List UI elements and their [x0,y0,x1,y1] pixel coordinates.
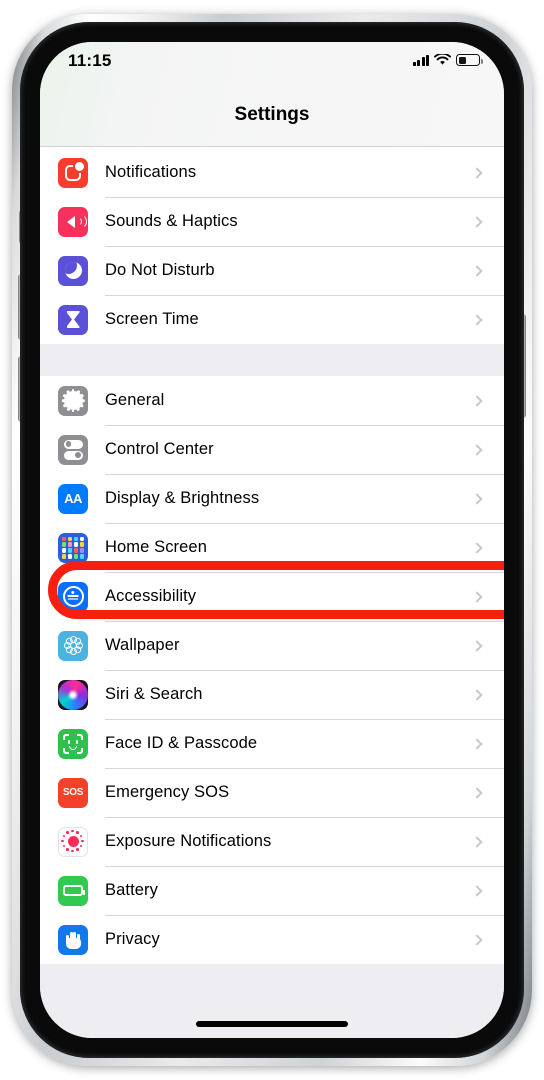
settings-row[interactable]: Privacy [40,915,504,964]
sos-icon: SOS [58,777,88,808]
settings-row[interactable]: Battery [40,866,504,915]
chevron-right-icon [471,639,483,652]
hourglass-icon [58,304,88,335]
display-aa-icon: AA [58,483,88,514]
notifications-icon [58,157,88,188]
wifi-icon [434,54,451,65]
settings-row-label: Face ID & Passcode [105,734,258,752]
settings-row-label: Notifications [105,163,197,181]
settings-list[interactable]: Notifications Sounds & Haptics Do Not Dist… [40,148,504,1038]
settings-row[interactable]: General [40,376,504,425]
settings-row-label: Accessibility [105,587,197,605]
status-time: 11:15 [68,51,112,70]
exposure-icon [58,826,88,857]
settings-row-label: Display & Brightness [105,489,260,507]
settings-row-label: Screen Time [105,310,199,328]
flower-icon [58,630,88,661]
page-title: Settings [234,104,310,125]
chevron-right-icon [471,835,483,848]
settings-row[interactable]: Siri & Search [40,670,504,719]
chevron-right-icon [471,313,483,326]
chevron-right-icon [471,492,483,505]
phone-bezel: Settings 11:15 Notifications Sounds & Ha… [20,22,524,1058]
battery-cap [480,58,483,64]
group-separator [40,344,504,376]
chevron-right-icon [471,688,483,701]
chevron-right-icon [471,264,483,277]
group-alerts: Notifications Sounds & Haptics Do Not Dist… [40,148,504,344]
settings-row-label: Do Not Disturb [105,261,215,279]
settings-row-label: Home Screen [105,538,207,556]
chevron-right-icon [471,166,483,179]
battery-icon [456,54,483,66]
moon-icon [58,255,88,286]
settings-row[interactable]: Control Center [40,425,504,474]
home-indicator [196,1021,348,1027]
settings-row[interactable]: Home Screen [40,523,504,572]
settings-row[interactable]: Accessibility [40,572,504,621]
accessibility-icon [58,581,88,612]
chevron-right-icon [471,737,483,750]
sounds-icon [58,206,88,237]
settings-row[interactable]: SOS Emergency SOS [40,768,504,817]
settings-row-label: Exposure Notifications [105,832,272,850]
settings-row[interactable]: Wallpaper [40,621,504,670]
siri-orb-icon [58,679,88,710]
settings-row[interactable]: Exposure Notifications [40,817,504,866]
app-grid-icon [58,532,88,563]
chevron-right-icon [471,933,483,946]
chevron-right-icon [471,215,483,228]
settings-row-label: Battery [105,881,158,899]
gear-icon [58,385,88,416]
settings-row-label: Control Center [105,440,214,458]
settings-row[interactable]: Do Not Disturb [40,246,504,295]
phone-screen: Settings 11:15 Notifications Sounds & Ha… [40,42,504,1038]
cellular-signal-icon [412,54,429,66]
battery-level [458,56,467,64]
chevron-right-icon [471,443,483,456]
toggles-icon [58,434,88,465]
settings-row[interactable]: Sounds & Haptics [40,197,504,246]
settings-row[interactable]: Face ID & Passcode [40,719,504,768]
battery-green-icon [58,875,88,906]
hand-icon [58,924,88,955]
settings-row[interactable]: Notifications [40,148,504,197]
phone-frame: Settings 11:15 Notifications Sounds & Ha… [12,14,532,1066]
chevron-right-icon [471,394,483,407]
settings-row-label: Sounds & Haptics [105,212,238,230]
settings-row-label: Privacy [105,930,160,948]
chevron-right-icon [471,541,483,554]
settings-row-label: Wallpaper [105,636,180,654]
status-indicators [412,54,483,66]
settings-row-label: Siri & Search [105,685,203,703]
chevron-right-icon [471,786,483,799]
chevron-right-icon [471,884,483,897]
group-system: General Control Center AA Display & Brightn… [40,376,504,964]
settings-row-label: General [105,391,165,409]
settings-row[interactable]: AA Display & Brightness [40,474,504,523]
face-id-icon [58,728,88,759]
chevron-right-icon [471,590,483,603]
status-bar: 11:15 [40,42,504,82]
settings-row[interactable]: Screen Time [40,295,504,344]
settings-row-label: Emergency SOS [105,783,230,801]
